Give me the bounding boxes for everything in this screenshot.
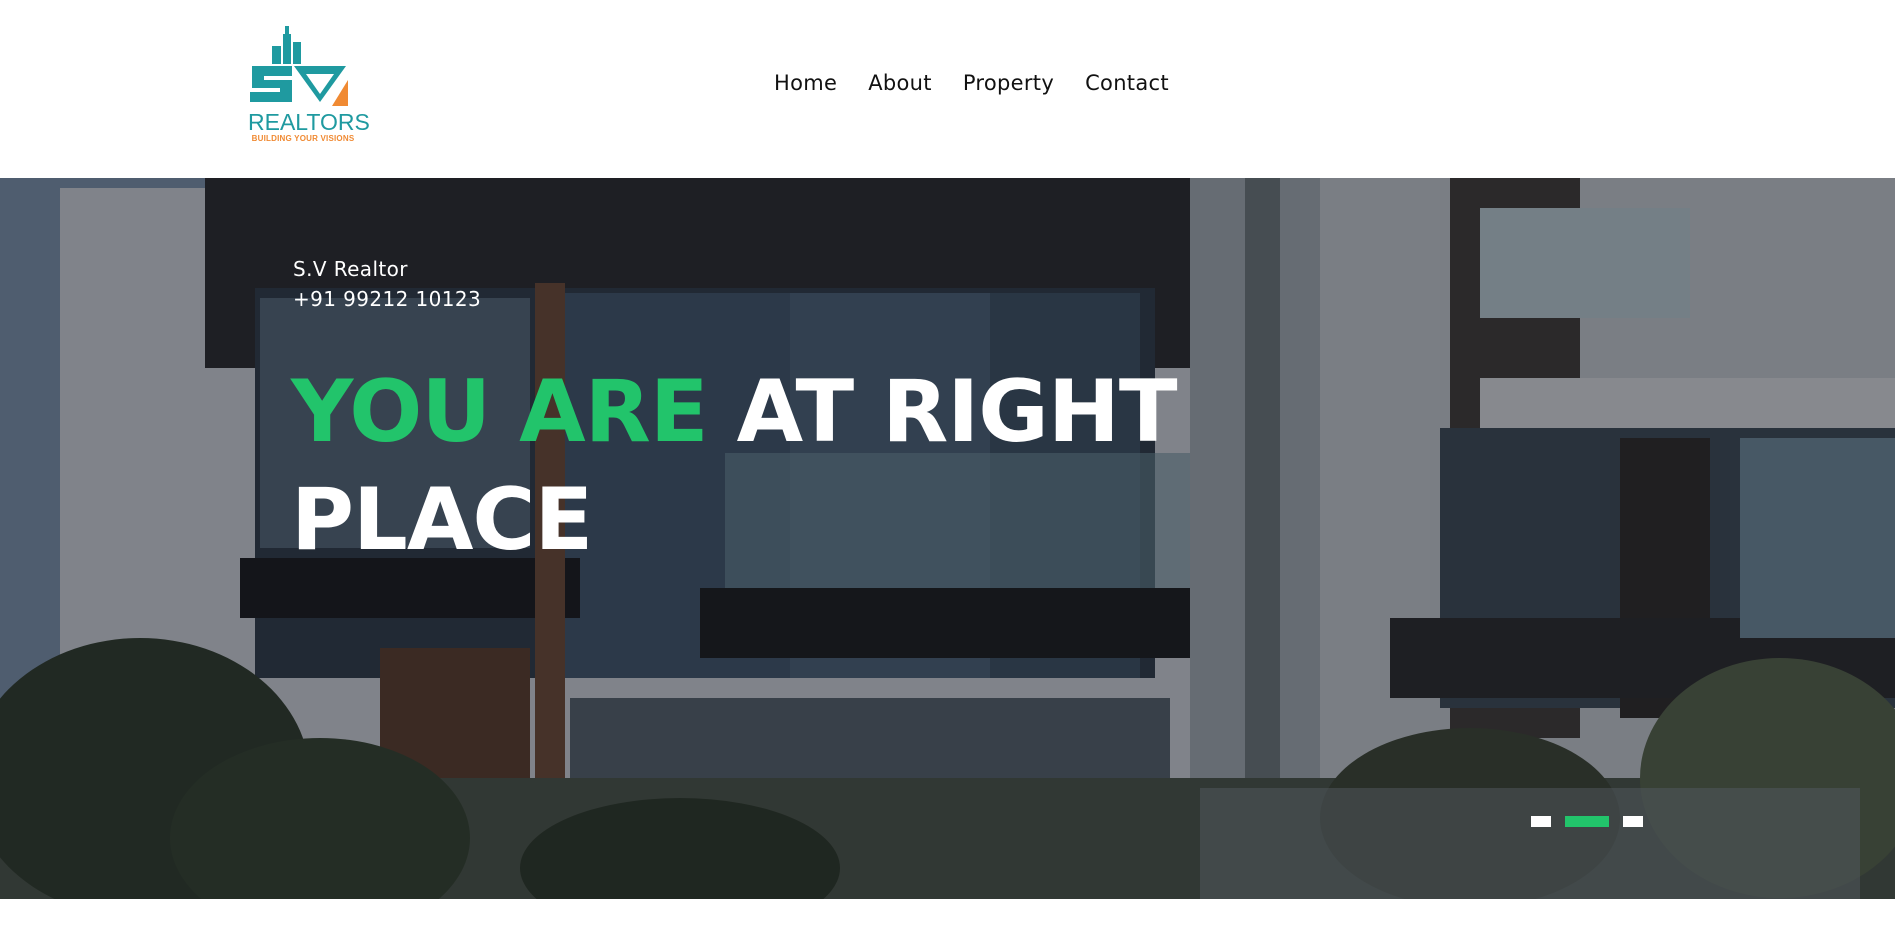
logo-tagline: BUILDING YOUR VISIONS (251, 134, 355, 143)
logo-mark-icon (250, 26, 348, 106)
logo-wordmark: REALTORS (248, 109, 370, 135)
nav-about[interactable]: About (868, 71, 932, 95)
company-name: S.V Realtor (293, 257, 408, 281)
nav-contact[interactable]: Contact (1085, 71, 1169, 95)
slider-dot-2-active[interactable] (1565, 816, 1609, 827)
nav-property[interactable]: Property (963, 71, 1054, 95)
nav-home[interactable]: Home (774, 71, 837, 95)
slider-dot-3[interactable] (1623, 816, 1643, 827)
hero-headline: YOU ARE AT RIGHT PLACE (291, 358, 1191, 574)
main-nav: Home About Property Contact (774, 66, 1169, 100)
slider-pagination (1531, 816, 1643, 827)
hero-banner: S.V Realtor +91 99212 10123 YOU ARE AT R… (0, 178, 1895, 899)
phone-number[interactable]: +91 99212 10123 (293, 284, 481, 314)
hero-contact-info: S.V Realtor +91 99212 10123 (293, 254, 481, 314)
slider-dot-1[interactable] (1531, 816, 1551, 827)
headline-accent: YOU ARE (291, 362, 709, 462)
brand-logo[interactable]: REALTORS BUILDING YOUR VISIONS (248, 26, 370, 150)
site-header: REALTORS BUILDING YOUR VISIONS Home Abou… (0, 0, 1895, 178)
page-bottom-strip (0, 899, 1895, 927)
